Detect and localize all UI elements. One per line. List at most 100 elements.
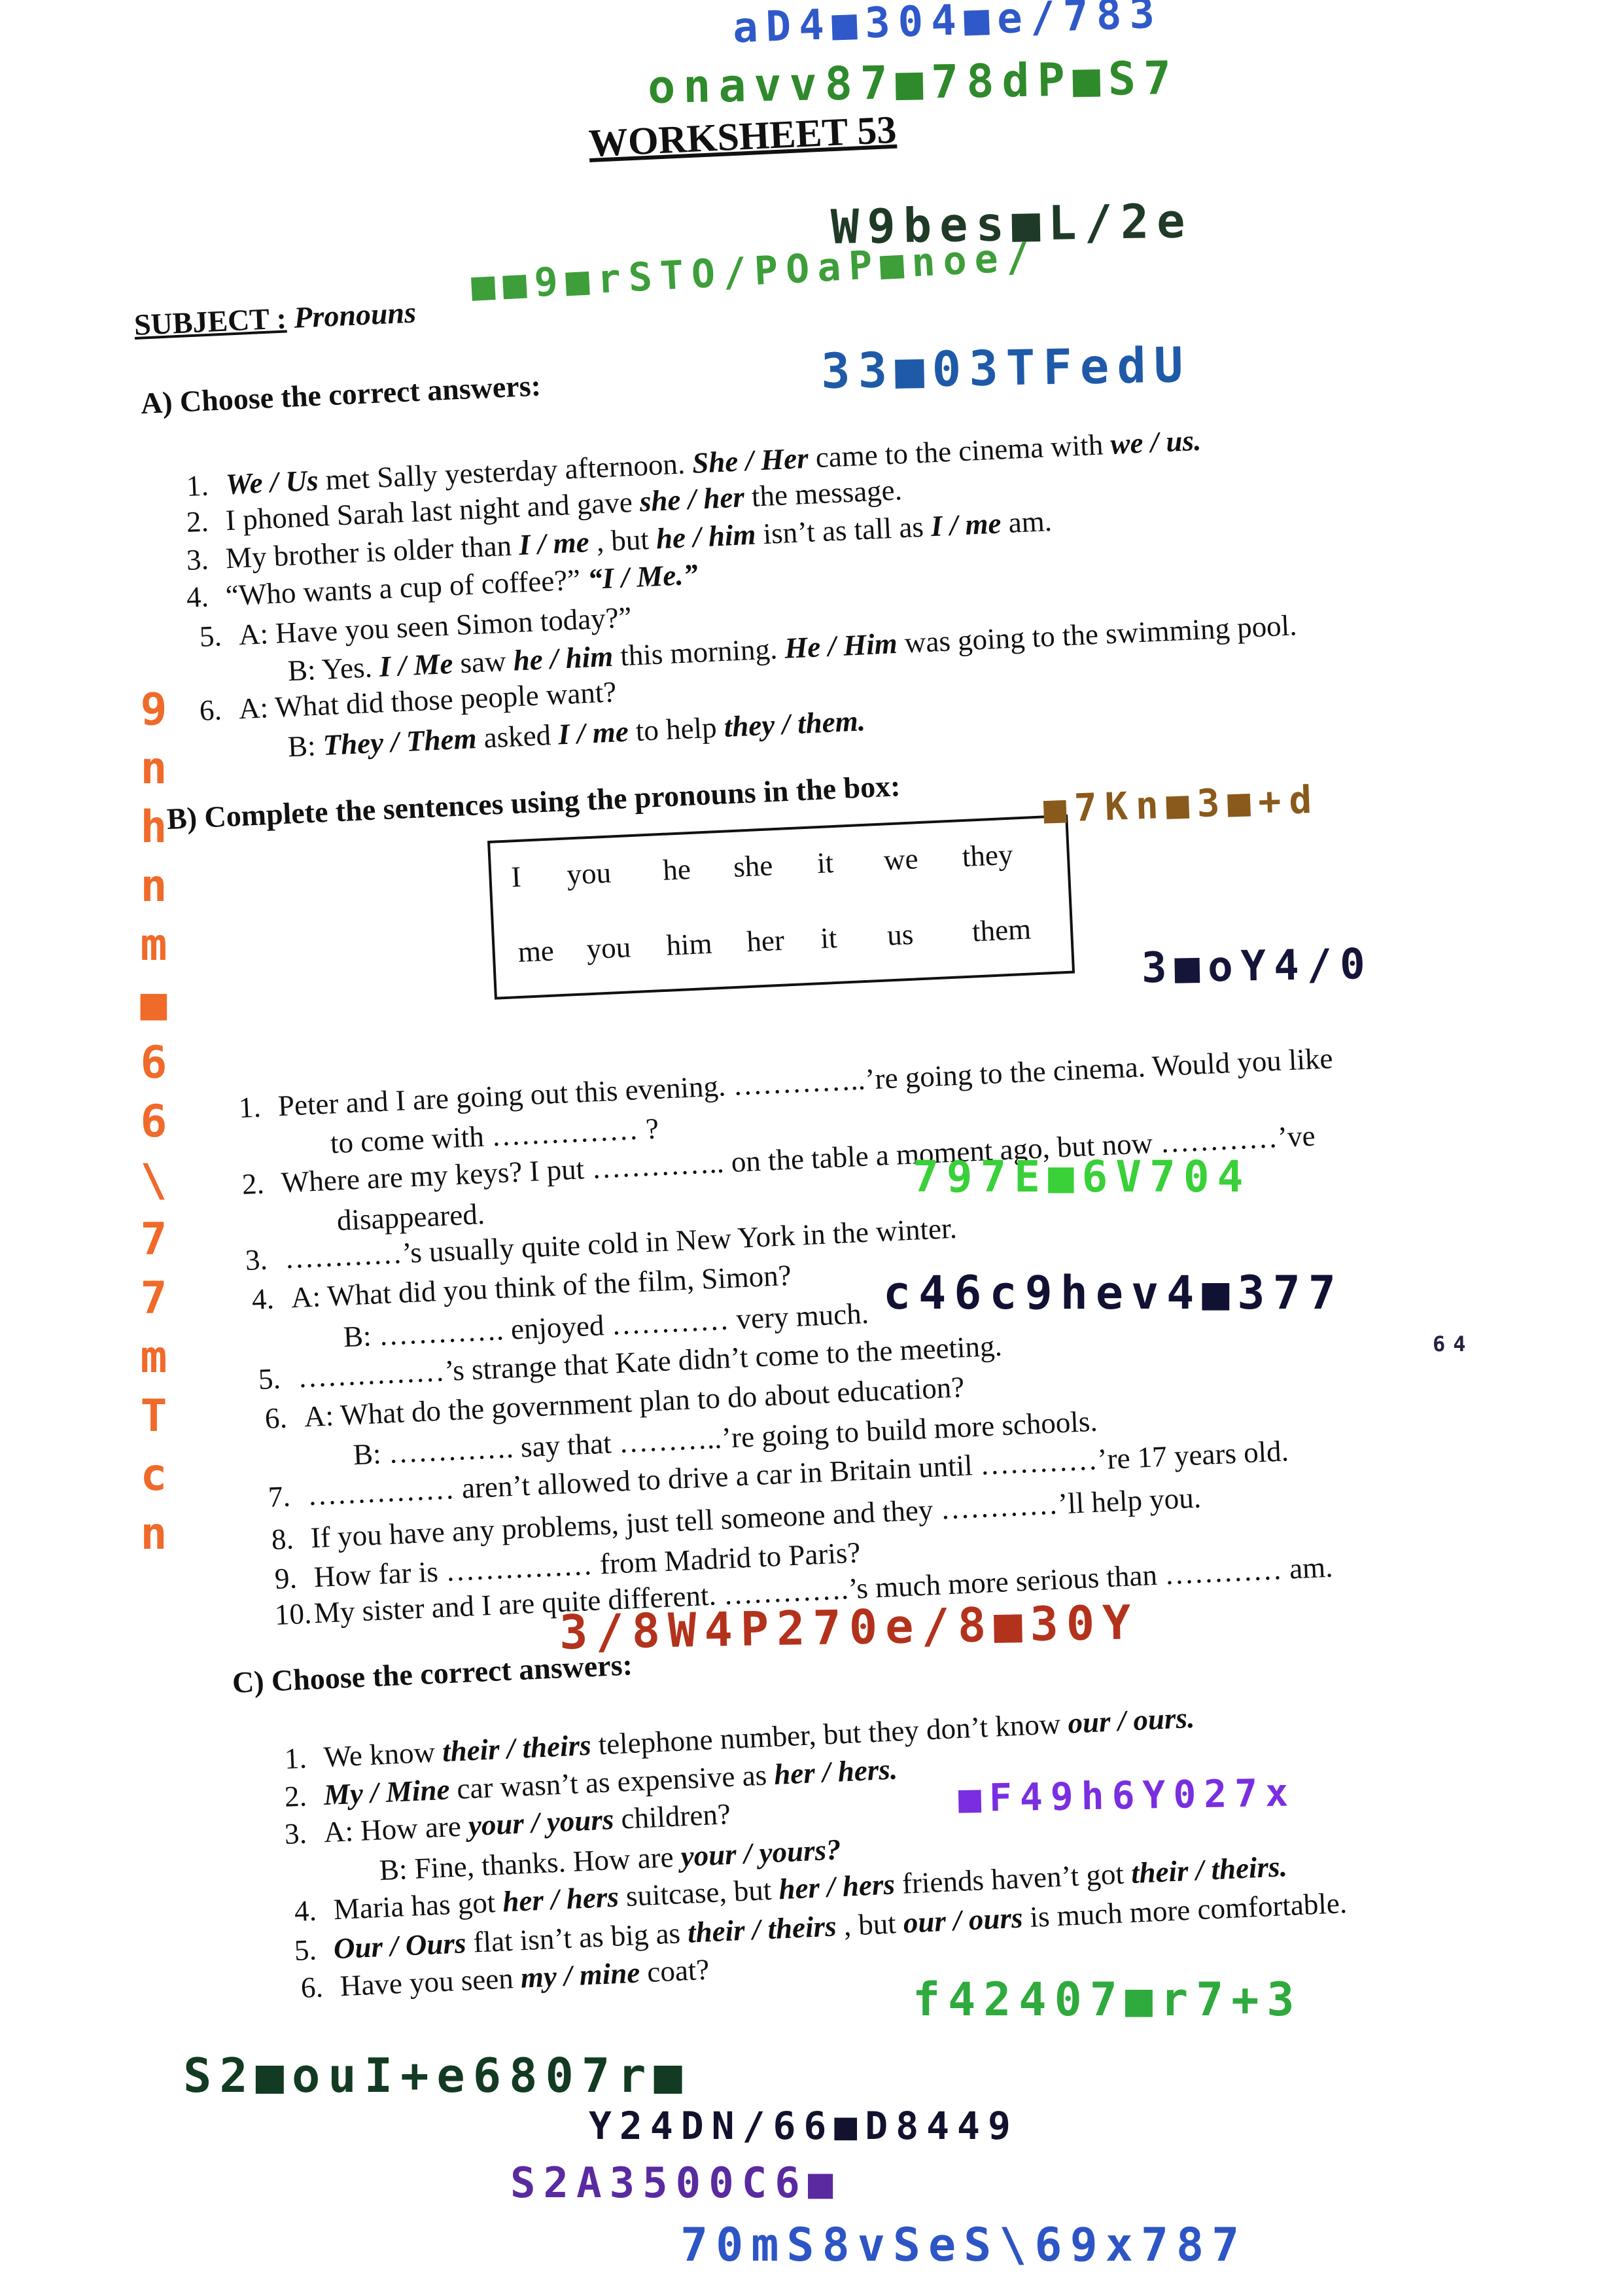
section-c-choice-option: our / ours. — [1067, 1701, 1196, 1740]
scribble-text: ■F49h6Y027x — [958, 1770, 1297, 1821]
section-b-item-text: Peter and I are going out this evening. … — [277, 1042, 1334, 1123]
pronoun-box-row-1: Iyou he she it we they — [492, 838, 1067, 894]
section-c-item-number: 6. — [300, 1970, 324, 2004]
scribble-glyph: T — [140, 1390, 167, 1442]
pronoun-box-word: she — [733, 849, 774, 883]
section-c-choice-option: your / yours? — [680, 1833, 842, 1873]
scribble-text: S2A3500C6■ — [510, 2159, 841, 2208]
section-c-choice-option: their / theirs. — [1130, 1850, 1288, 1890]
section-a-item-text: , but — [595, 522, 657, 558]
section-c-choice-option: our / ours — [902, 1900, 1031, 1939]
pronoun-box-word: them — [971, 912, 1032, 948]
section-a-item-text: saw — [459, 644, 514, 680]
section-a-choice-option: we / us. — [1109, 423, 1202, 461]
scribble-text: 3■oY4/0 — [1141, 940, 1374, 993]
section-c-item-number: 3. — [283, 1816, 307, 1850]
section-a-choice-option: “I / Me.” — [587, 557, 699, 596]
section-c-item-text: flat isn’t as big as — [472, 1916, 689, 1959]
scribble-glyph: c — [140, 1449, 167, 1501]
section-a-choice-option: They / Them — [322, 721, 485, 762]
scribble-text: 3/8W4P270e/8■30Y — [559, 1595, 1140, 1660]
section-a-item-text: B: Yes. — [287, 650, 381, 688]
section-b-item-number: 4. — [251, 1282, 275, 1316]
section-c-choice-option: her / hers — [502, 1880, 627, 1918]
section-b-item: 1. Peter and I are going out this evening… — [238, 1040, 1334, 1126]
pronoun-box-word: you — [566, 856, 612, 891]
section-c-item-number: 2. — [283, 1779, 307, 1813]
section-c-item-text: telephone number, but they don’t know — [597, 1706, 1069, 1761]
section-a-item-text: was going to the swimming pool. — [903, 609, 1298, 660]
section-a-item-text: B: — [287, 728, 324, 764]
pronoun-box-word: I — [510, 860, 522, 894]
section-b-item-number: 1. — [237, 1090, 262, 1124]
pronoun-box-word: us — [886, 917, 915, 952]
subject-value: Pronouns — [293, 295, 417, 334]
section-b-item-text: disappeared. — [336, 1197, 485, 1237]
scribble-glyph: 7 — [140, 1214, 167, 1265]
scribble-text: aD4■304■e/783 — [731, 0, 1163, 53]
pronoun-box-word: he — [662, 852, 691, 887]
section-a-item-text: came to the cinema with — [814, 427, 1111, 474]
scribble-text: f42407■r7+3 — [913, 1973, 1302, 2026]
pronoun-box: Iyou he she it we they me you him her it us them — [487, 814, 1075, 1000]
section-a-item-text: to help — [635, 711, 725, 748]
section-a-item-text: isn’t as tall as — [762, 510, 932, 550]
section-c-item-text: coat? — [646, 1952, 710, 1988]
section-c-item-number: 5. — [293, 1933, 317, 1967]
section-c-choice-option: her / hers. — [773, 1752, 898, 1791]
section-b-item-number: 8. — [270, 1522, 294, 1556]
section-b-item-number: 5. — [257, 1362, 281, 1396]
section-c-item-number — [341, 1880, 380, 1882]
section-a-choice-option: I / me — [557, 715, 637, 751]
section-c-item-text: suitcase, but — [625, 1873, 780, 1913]
section-a-choice-option: I / Me — [378, 646, 461, 683]
section-c-item-text: , but — [843, 1906, 904, 1942]
section-a-choice-option: she / her — [638, 480, 753, 518]
scribble-text: Y24DN/66■D8449 — [589, 2104, 1019, 2148]
pronoun-box-word: they — [961, 838, 1014, 874]
scribble-text: 33■03TFedU — [820, 337, 1192, 400]
section-a-item-number — [249, 756, 288, 758]
section-c-item-number: 1. — [283, 1741, 307, 1775]
scribble-glyph: ■ — [140, 978, 167, 1030]
scribble-text: S2■ouI+e6807r■ — [183, 2048, 690, 2103]
section-b-item-number — [305, 1347, 344, 1349]
section-a-choice-option: He / Him — [784, 626, 905, 665]
scribble-text: onavv87■78dP■S7 — [647, 50, 1179, 115]
pronoun-box-word: we — [882, 842, 919, 877]
section-b-item-number — [298, 1230, 338, 1232]
scribble-glyph: m — [140, 919, 167, 971]
section-b-item-number — [315, 1464, 354, 1466]
section-b-item-number — [292, 1153, 331, 1155]
scribble-glyph: n — [140, 743, 167, 794]
section-c-item-text: A: How are — [323, 1809, 470, 1849]
section-c-choice-option: My / Mine — [323, 1773, 458, 1812]
scribble-glyph: m — [140, 1332, 167, 1383]
scribble-glyph: n — [140, 1508, 167, 1560]
section-c-item-text: We know — [323, 1735, 444, 1774]
pronoun-box-word: it — [820, 921, 838, 955]
section-b-item-number: 7. — [267, 1479, 291, 1513]
pronoun-box-word: him — [665, 927, 713, 962]
section-b-item-number: 10. — [273, 1597, 313, 1631]
scribble-text: 64 — [1433, 1332, 1474, 1356]
section-b-item-number: 6. — [264, 1401, 288, 1435]
pronoun-box-row-2: me you him her it us them — [495, 912, 1070, 968]
section-c-choice-option: your / yours — [467, 1802, 622, 1843]
scribble-glyph: 7 — [140, 1273, 167, 1324]
section-b-item-number: 3. — [244, 1243, 268, 1277]
section-a-heading: A) Choose the correct answers: — [139, 368, 542, 420]
section-a-item-number: 4. — [185, 580, 209, 614]
section-a-item-text: am. — [1007, 504, 1053, 539]
section-a-item-text: asked — [483, 718, 559, 754]
section-a-item-number — [249, 680, 288, 682]
section-a-item-number: 3. — [185, 542, 209, 576]
section-a-choice-option: I / me — [518, 525, 597, 561]
section-b-item-number: 9. — [273, 1561, 298, 1595]
pronoun-box-word: you — [585, 930, 632, 966]
subject-line: SUBJECT : Pronouns — [133, 294, 417, 342]
scribble-text: 797E■6V704 — [913, 1152, 1251, 1202]
scribble-glyph: \ — [140, 1155, 167, 1207]
section-c-choice-option: Our / Ours — [332, 1926, 474, 1966]
scribble-glyph: 6 — [140, 1096, 167, 1148]
